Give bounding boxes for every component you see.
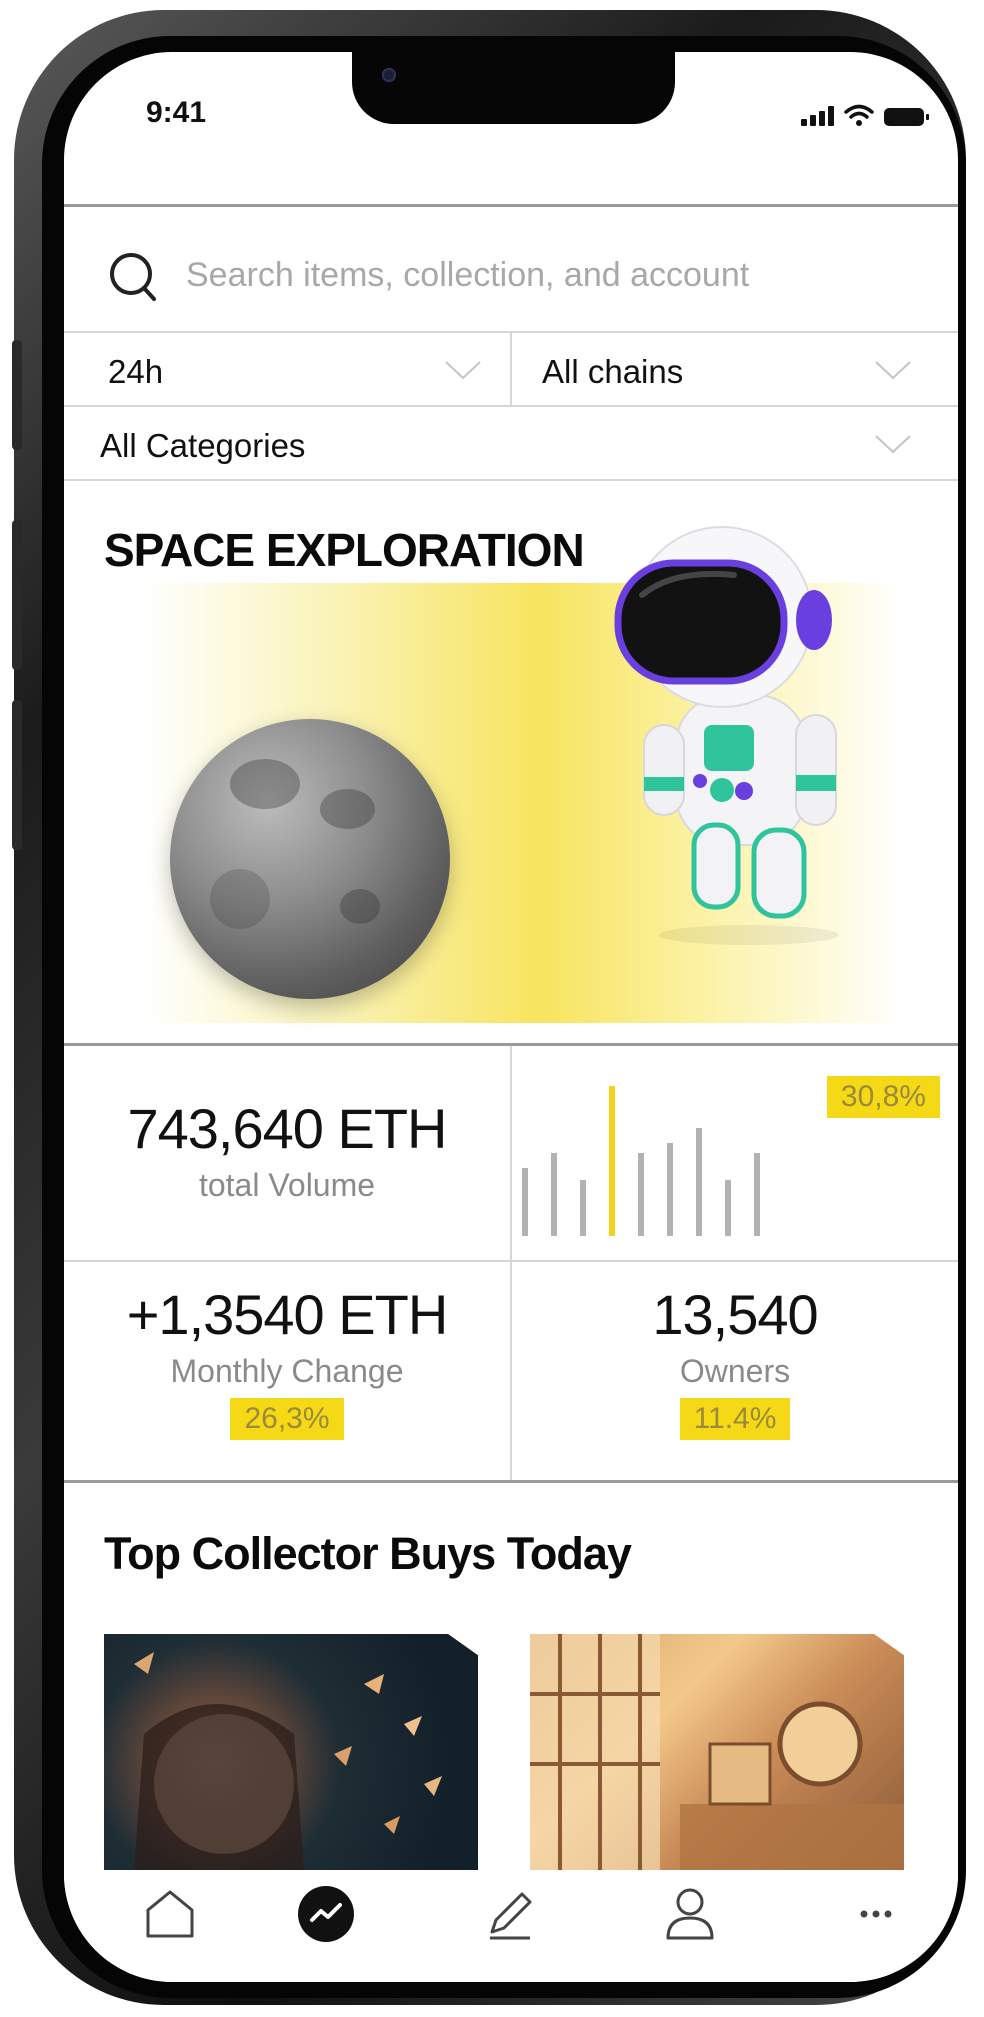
header-divider [64,204,958,207]
total-volume-label: total Volume [198,1167,376,1203]
volume-bar [725,1180,731,1236]
chevron-down-icon [875,435,911,454]
bottom-nav [64,1872,958,1982]
volume-bar-chart [482,1086,842,1236]
time-range-label: 24h [108,353,164,390]
monthly-change-value: +1,3540 ETH [126,1283,449,1346]
front-camera [382,68,396,82]
volume-bar [667,1143,673,1236]
user-icon[interactable] [660,1884,720,1944]
monthly-change-stat: +1,3540 ETH Monthly Change 26,3% [64,1282,510,1440]
featured-banner[interactable]: SPACE EXPLORATION [64,483,958,1046]
battery-icon [884,108,929,126]
volume-bar [638,1153,644,1236]
search-bar[interactable] [64,209,958,333]
status-time: 9:41 [146,96,207,129]
collector-card[interactable] [530,1634,904,1870]
wifi-icon [844,104,874,126]
volume-bar [754,1153,760,1236]
owners-stat: 13,540 Owners 11.4% [512,1282,958,1440]
trending-icon[interactable] [296,1884,356,1944]
total-volume-stat: 743,640 ETH total Volume [64,1096,510,1204]
volume-bar [609,1086,615,1236]
mute-switch [12,340,22,450]
volume-change-badge: 30,8% [826,1076,940,1118]
chain-dropdown[interactable]: All chains [512,333,958,405]
chevron-down-icon [875,361,911,380]
collector-card[interactable] [104,1634,478,1870]
astronaut-illustration [614,526,839,945]
volume-bar [580,1180,586,1236]
girl-petals-artwork [134,1652,442,1870]
time-range-dropdown[interactable]: 24h [64,333,510,405]
home-icon[interactable] [140,1884,200,1944]
volume-bar [522,1168,528,1236]
owners-label: Owners [679,1353,791,1389]
moon-illustration [170,719,450,999]
monthly-change-badge: 26,3% [230,1398,344,1440]
collection-stats: 743,640 ETH total Volume 30,8% +1,3540 E… [64,1046,958,1483]
filter-row-primary: 24h All chains [64,333,958,407]
more-icon[interactable] [846,1884,906,1944]
chain-label: All chains [542,353,684,390]
stats-row-divider [64,1260,958,1262]
search-icon[interactable] [106,249,160,303]
notch [352,52,675,124]
search-input[interactable] [184,249,848,301]
section-title: Top Collector Buys Today [104,1528,632,1579]
volume-up-button [12,520,22,670]
chevron-down-icon [445,361,481,380]
volume-bar [696,1128,702,1236]
sunlit-room-artwork [530,1634,904,1870]
status-icons [801,104,929,126]
owners-badge: 11.4% [679,1398,791,1440]
category-label: All Categories [100,427,306,464]
pencil-icon[interactable] [480,1884,540,1944]
total-volume-value: 743,640 ETH [127,1097,448,1160]
signal-icon [801,106,834,126]
category-dropdown[interactable]: All Categories [64,407,958,481]
volume-bar [551,1153,557,1236]
app-screen: 9:41 24h All cha [64,52,958,1982]
owners-value: 13,540 [652,1283,818,1346]
monthly-change-label: Monthly Change [170,1353,404,1389]
banner-title: SPACE EXPLORATION [104,524,585,576]
volume-down-button [12,700,22,850]
